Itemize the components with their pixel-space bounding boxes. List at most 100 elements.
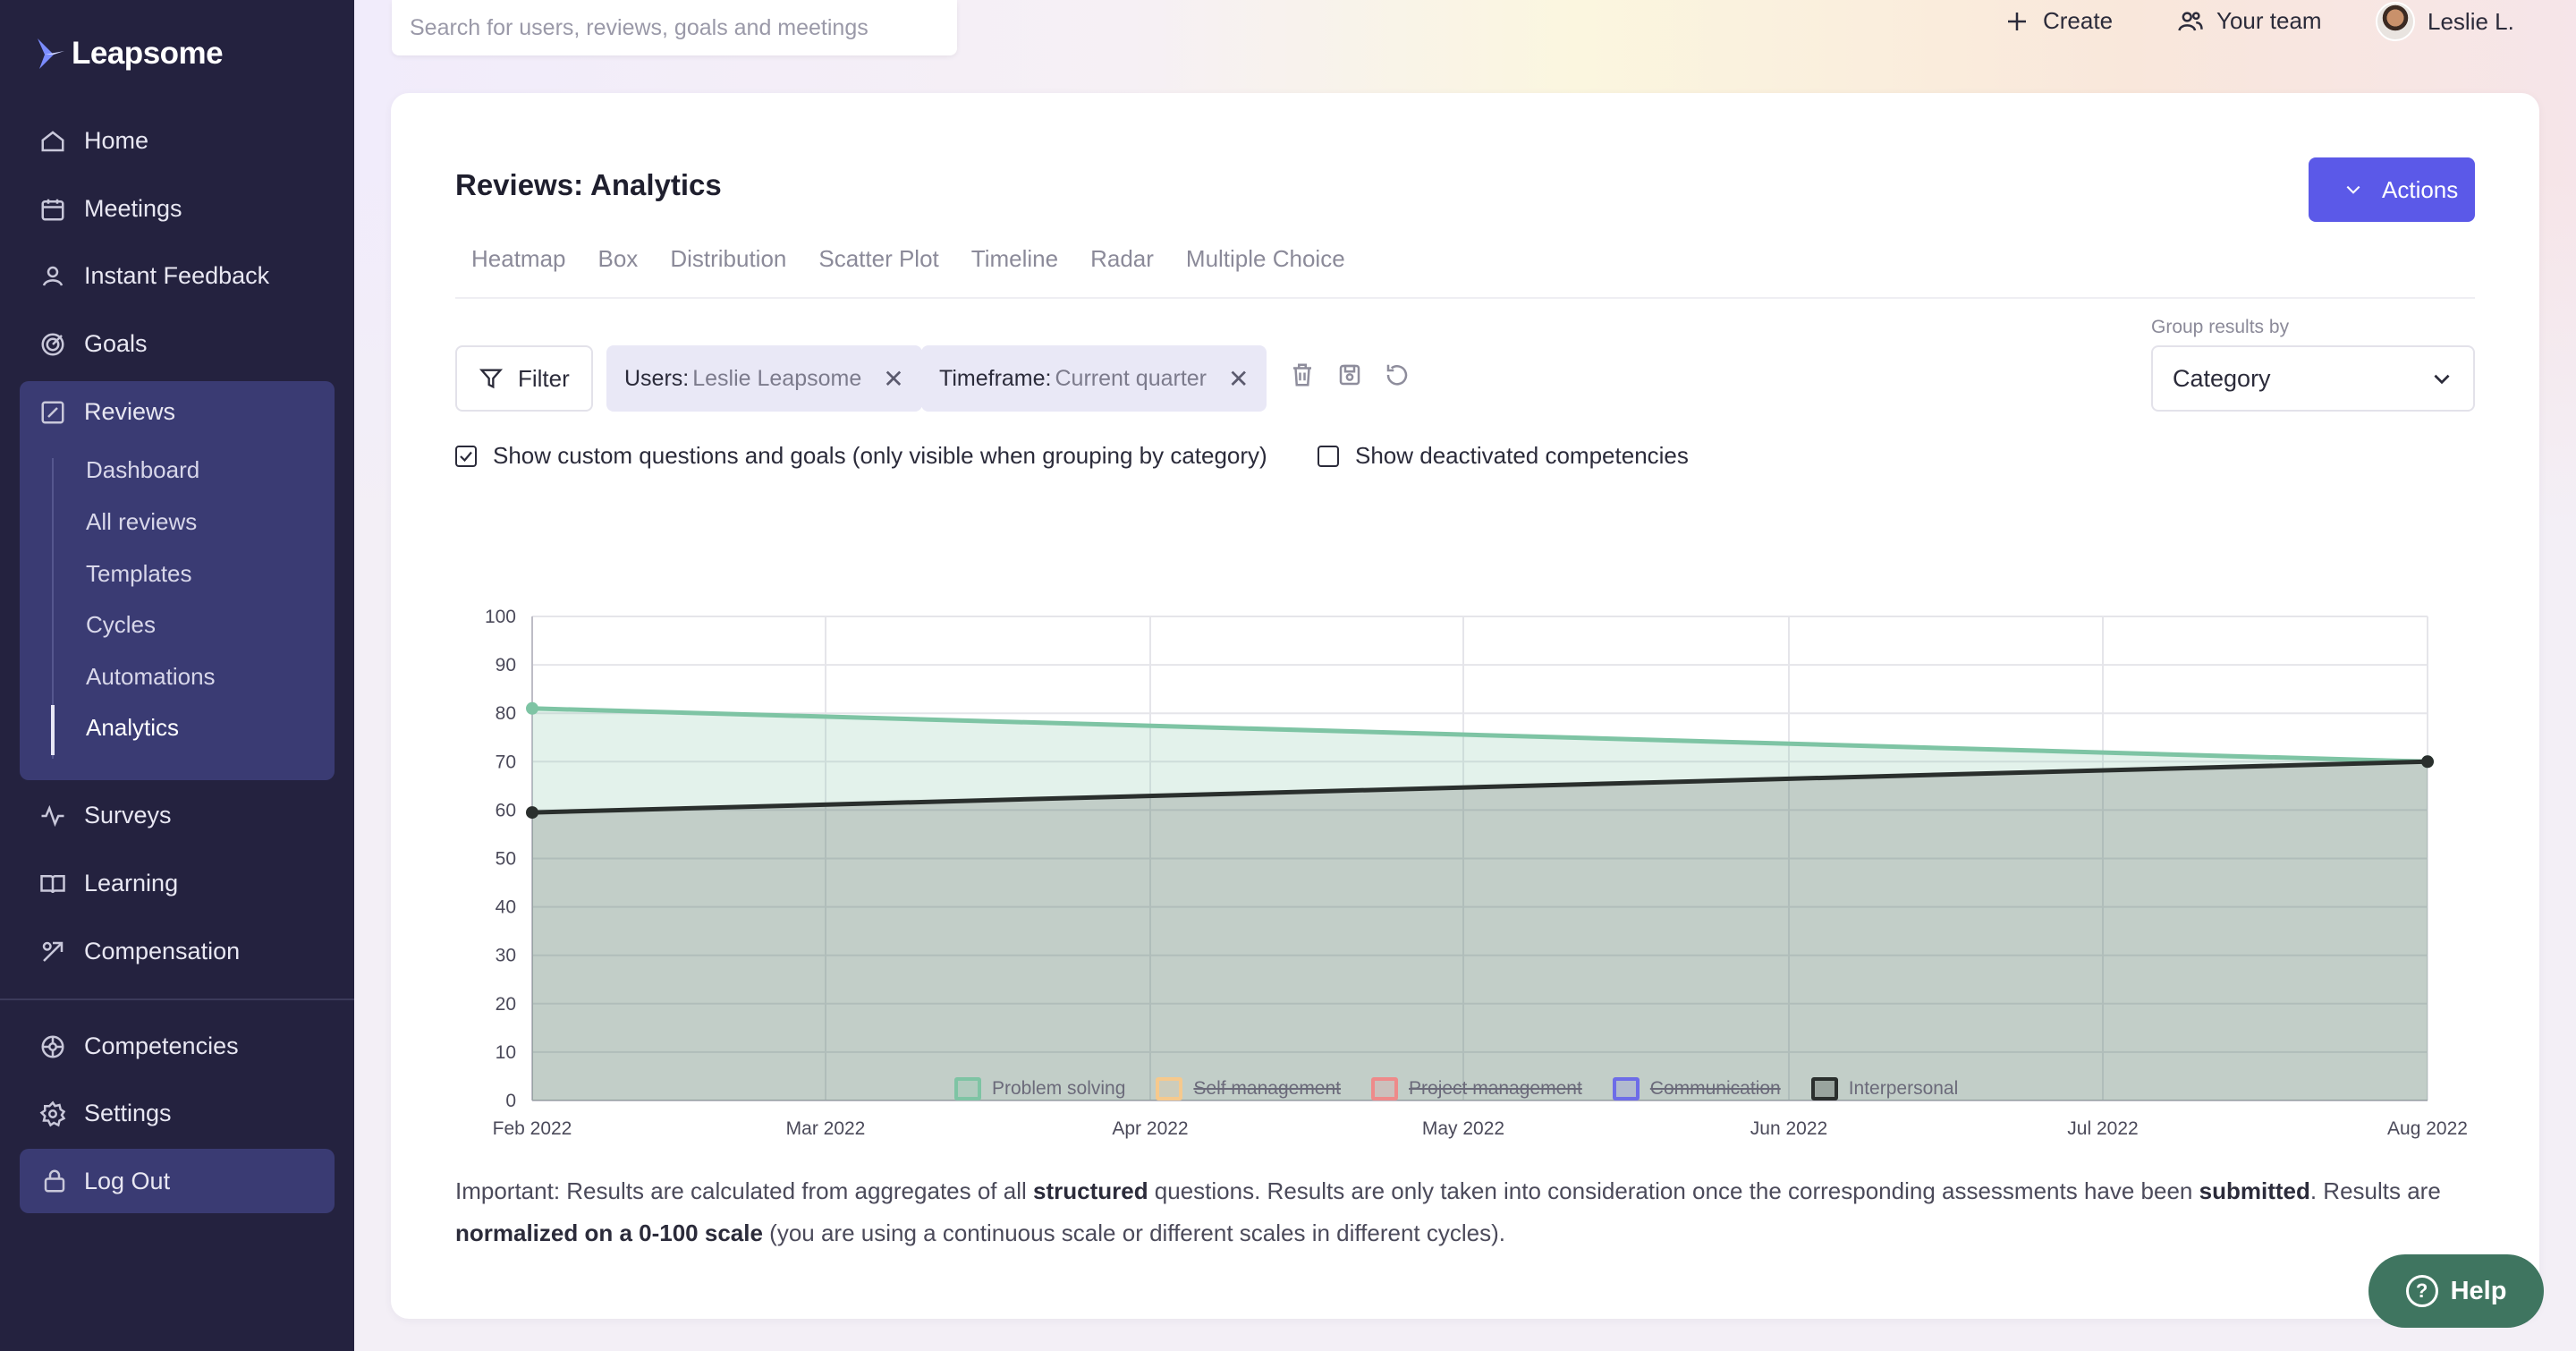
y-tick-label: 90 — [496, 655, 516, 676]
actions-button[interactable]: Actions — [2309, 157, 2475, 222]
filter-chip-timeframe: Timeframe: Current quarter ✕ — [921, 345, 1267, 412]
x-tick-label: Apr 2022 — [1112, 1118, 1188, 1139]
y-tick-label: 50 — [496, 849, 516, 870]
point-interpersonal — [2421, 755, 2434, 769]
sidebar-item-label: Compensation — [84, 938, 241, 964]
legend-item[interactable]: Communication — [1612, 1077, 1781, 1100]
sidebar-item-goals[interactable]: Goals — [39, 330, 148, 358]
chip-value: Current quarter — [1055, 365, 1208, 391]
y-tick-label: 0 — [505, 1091, 516, 1111]
lock-icon — [44, 1169, 65, 1193]
user-menu[interactable]: Leslie L. — [2376, 2, 2514, 41]
chevron-down-icon — [2434, 374, 2450, 385]
brand-logo[interactable]: Leapsome — [36, 36, 224, 72]
gear-icon — [39, 1100, 66, 1126]
sidebar-subitem-analytics[interactable]: Analytics — [86, 714, 179, 742]
tab-scatter-plot[interactable]: Scatter Plot — [818, 245, 938, 273]
actions-label: Actions — [2382, 175, 2459, 203]
compensation-icon — [42, 941, 64, 962]
filter-button[interactable]: Filter — [455, 345, 593, 412]
sidebar-item-label: Surveys — [84, 802, 172, 828]
tab-distribution[interactable]: Distribution — [670, 245, 786, 273]
area-interpersonal — [532, 761, 2428, 1100]
sidebar-item-compensation[interactable]: Compensation — [39, 938, 240, 965]
sidebar-item-instant-feedback[interactable]: Instant Feedback — [39, 262, 269, 290]
sidebar-divider — [0, 998, 354, 1000]
legend-label: Interpersonal — [1848, 1078, 1959, 1099]
group-results-select[interactable]: Category — [2151, 345, 2475, 412]
tab-multiple-choice[interactable]: Multiple Choice — [1186, 245, 1345, 273]
legend-item[interactable]: Project management — [1371, 1077, 1582, 1100]
custom-questions-checkbox[interactable] — [455, 445, 477, 467]
custom-questions-checkbox-row[interactable]: Show custom questions and goals (only vi… — [455, 442, 1267, 470]
x-tick-label: Aug 2022 — [2387, 1118, 2468, 1139]
x-tick-label: May 2022 — [1422, 1118, 1504, 1139]
tab-heatmap[interactable]: Heatmap — [471, 245, 566, 273]
legend-item[interactable]: Self management — [1156, 1077, 1341, 1100]
y-tick-label: 80 — [496, 703, 516, 724]
y-tick-label: 100 — [485, 607, 516, 627]
search-input[interactable] — [410, 14, 957, 41]
sidebar-subitem-all-reviews[interactable]: All reviews — [86, 508, 197, 536]
legend-label: Project management — [1409, 1078, 1582, 1099]
sidebar-subitem-cycles[interactable]: Cycles — [86, 611, 156, 639]
legend-swatch — [1371, 1077, 1399, 1100]
sidebar-item-reviews[interactable]: Reviews — [39, 398, 175, 426]
group-results-value: Category — [2173, 364, 2271, 392]
x-tick-label: Jun 2022 — [1750, 1118, 1827, 1139]
reset-icon — [1386, 364, 1408, 386]
logout-button[interactable]: Log Out — [20, 1149, 335, 1213]
results-note: Important: Results are calculated from a… — [455, 1177, 2441, 1246]
deactivated-competencies-checkbox[interactable] — [1318, 445, 1339, 467]
submenu-active-indicator — [51, 705, 55, 755]
legend-label: Self management — [1193, 1078, 1342, 1099]
sidebar-subitem-templates[interactable]: Templates — [86, 560, 192, 588]
filter-icon — [479, 369, 504, 389]
competencies-icon — [41, 1035, 64, 1058]
your-team-button[interactable]: Your team — [2177, 7, 2322, 35]
legend-item[interactable]: Problem solving — [954, 1077, 1125, 1100]
checkmark-icon — [460, 451, 472, 462]
create-label: Create — [2043, 7, 2114, 34]
tab-box[interactable]: Box — [598, 245, 639, 273]
filter-chip-users: Users: Leslie Leapsome ✕ — [606, 345, 922, 412]
sidebar-item-learning[interactable]: Learning — [39, 870, 178, 897]
sidebar-item-home[interactable]: Home — [39, 127, 148, 155]
help-label: Help — [2450, 1276, 2507, 1305]
sidebar-item-label: Home — [84, 127, 149, 154]
goals-icon — [41, 333, 64, 355]
delete-filters-button[interactable] — [1289, 361, 1318, 394]
close-icon[interactable]: ✕ — [1228, 364, 1249, 394]
sidebar-item-settings[interactable]: Settings — [39, 1100, 172, 1127]
create-button[interactable]: Create — [2004, 7, 2113, 35]
leapsome-logo-icon — [38, 38, 64, 69]
global-search[interactable] — [392, 0, 957, 55]
tab-timeline[interactable]: Timeline — [971, 245, 1058, 273]
plus-icon — [2008, 12, 2026, 30]
tabs-divider — [455, 297, 2475, 299]
sidebar-item-label: Instant Feedback — [84, 262, 270, 289]
x-tick-label: Mar 2022 — [786, 1118, 866, 1139]
sidebar-subitem-dashboard[interactable]: Dashboard — [86, 456, 199, 484]
sidebar-subitem-automations[interactable]: Automations — [86, 663, 216, 691]
chevron-down-icon — [2346, 185, 2360, 194]
legend-item[interactable]: Interpersonal — [1810, 1077, 1959, 1100]
chart-legend: Problem solving Self management Project ma… — [954, 1077, 1978, 1100]
avatar — [2376, 2, 2415, 41]
deactivated-competencies-checkbox-row[interactable]: Show deactivated competencies — [1318, 442, 1689, 470]
analytics-card: Reviews: Analytics Actions Heatmap Box D… — [391, 93, 2539, 1319]
meetings-icon — [41, 199, 64, 220]
sidebar-item-label: Settings — [84, 1100, 172, 1126]
save-filters-button[interactable] — [1336, 361, 1365, 394]
legend-label: Problem solving — [992, 1078, 1126, 1099]
sidebar-item-meetings[interactable]: Meetings — [39, 195, 182, 223]
reset-filters-button[interactable] — [1384, 361, 1412, 394]
your-team-label: Your team — [2216, 7, 2322, 34]
page-title: Reviews: Analytics — [455, 168, 722, 201]
analytics-tabs: Heatmap Box Distribution Scatter Plot Ti… — [471, 245, 1345, 273]
sidebar-item-competencies[interactable]: Competencies — [39, 1032, 239, 1060]
help-button[interactable]: ? Help — [2368, 1254, 2544, 1328]
sidebar-item-surveys[interactable]: Surveys — [39, 802, 172, 829]
close-icon[interactable]: ✕ — [883, 364, 903, 394]
tab-radar[interactable]: Radar — [1090, 245, 1154, 273]
